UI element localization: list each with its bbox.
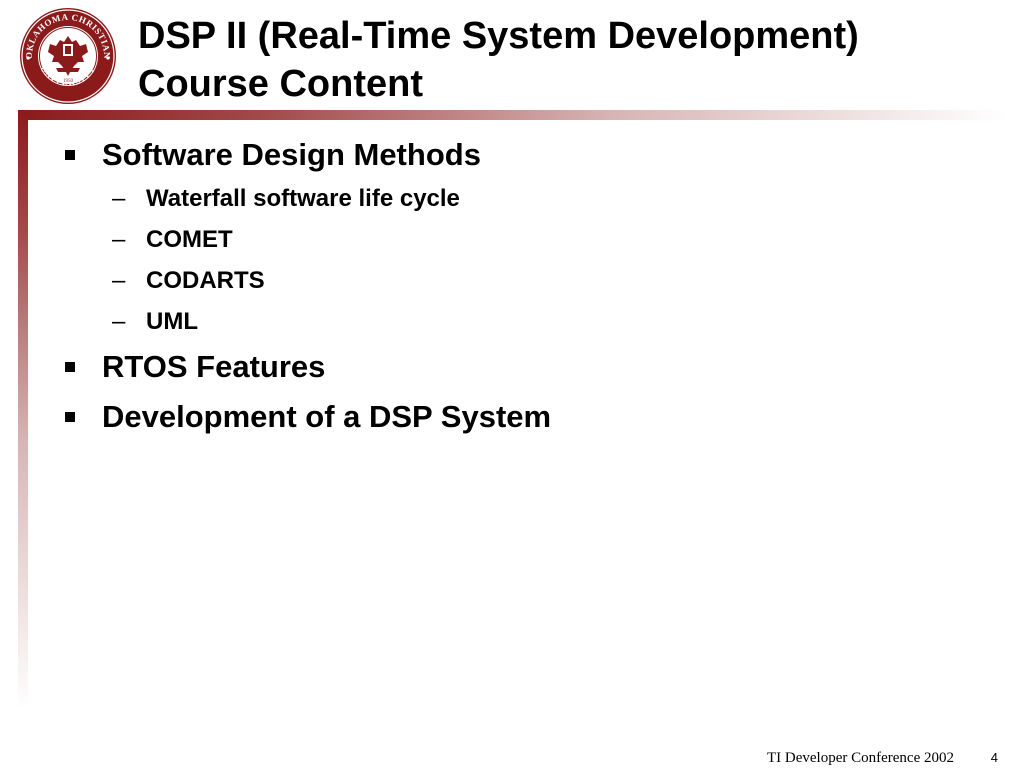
sub-bullet-item: – Waterfall software life cycle	[60, 178, 980, 219]
seal-year: 1950	[63, 79, 74, 84]
sub-bullet-list: – Waterfall software life cycle – COMET …	[60, 178, 980, 342]
slide-title-line-1: DSP II (Real-Time System Development)	[138, 15, 859, 57]
slide-body: Software Design Methods – Waterfall soft…	[60, 134, 980, 438]
sub-bullet-text: CODARTS	[146, 267, 265, 294]
page-number: 4	[990, 750, 998, 765]
bullet-text: Development of a DSP System	[102, 399, 552, 434]
bullet-item: Software Design Methods	[60, 134, 980, 176]
sub-bullet-item: – CODARTS	[60, 260, 980, 301]
dash-bullet-icon: –	[112, 267, 126, 294]
seal-graphic: OKLAHOMA CHRISTIAN UNIVERSITY 1950	[20, 8, 116, 104]
dash-bullet-icon: –	[112, 185, 126, 212]
bullet-text: RTOS Features	[102, 349, 326, 384]
sub-bullet-item: – COMET	[60, 219, 980, 260]
sub-bullet-item: – UML	[60, 301, 980, 342]
left-vertical-rule	[18, 110, 28, 710]
title-underline-rule	[18, 110, 1008, 120]
university-seal-logo: OKLAHOMA CHRISTIAN UNIVERSITY 1950	[18, 6, 118, 106]
sub-bullet-text: Waterfall software life cycle	[146, 185, 460, 212]
slide-title: DSP II (Real-Time System Development) Co…	[138, 12, 1008, 108]
sub-bullet-text: COMET	[146, 226, 233, 253]
square-bullet-icon	[65, 362, 75, 372]
slide: OKLAHOMA CHRISTIAN UNIVERSITY 1950 DSP I…	[0, 0, 1024, 768]
slide-title-line-2: Course Content	[138, 63, 423, 105]
dash-bullet-icon: –	[112, 308, 126, 335]
square-bullet-icon	[65, 150, 75, 160]
footer-text: TI Developer Conference 2002	[766, 750, 954, 766]
sub-bullet-text: UML	[146, 308, 198, 335]
square-bullet-icon	[65, 412, 75, 422]
bullet-item: RTOS Features	[60, 346, 980, 388]
bullet-text: Software Design Methods	[102, 137, 481, 172]
bullet-item: Development of a DSP System	[60, 396, 980, 438]
dash-bullet-icon: –	[112, 226, 126, 253]
